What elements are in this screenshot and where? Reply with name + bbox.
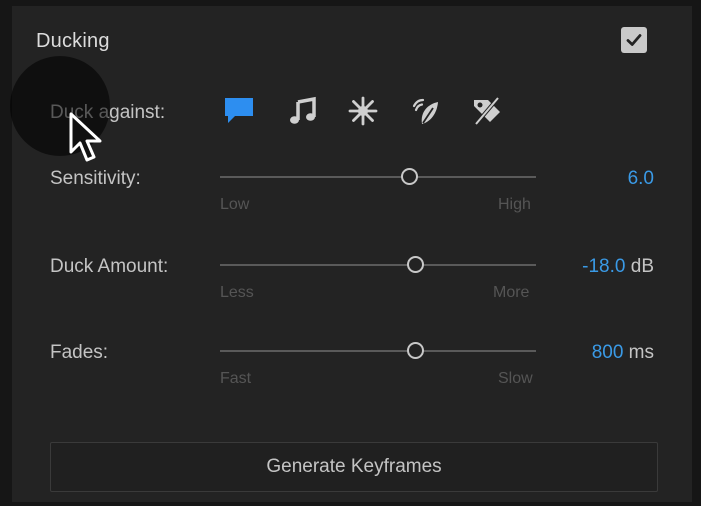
duck-amount-slider-track[interactable] — [220, 256, 536, 273]
fades-min-label: Fast — [220, 370, 252, 387]
music-icon[interactable] — [284, 92, 322, 130]
duck-amount-max-label: More — [493, 284, 530, 301]
fades-max-label: Slow — [498, 370, 533, 387]
sensitivity-slider-track[interactable] — [220, 168, 536, 185]
duck-amount-value[interactable]: -18.0 dB — [582, 256, 654, 278]
ducking-enable-checkbox[interactable] — [621, 27, 647, 53]
sensitivity-label: Sensitivity: — [50, 168, 141, 189]
sensitivity-slider-thumb[interactable] — [400, 168, 418, 185]
sensitivity-min-label: Low — [220, 196, 250, 213]
duck-amount-slider-thumb[interactable] — [406, 256, 424, 273]
ducking-panel: Ducking Duck against: — [12, 6, 692, 502]
duck-amount-min-label: Less — [220, 284, 254, 301]
sensitivity-value-number: 6.0 — [627, 168, 654, 189]
sfx-icon[interactable] — [344, 92, 382, 130]
duck-amount-label: Duck Amount: — [50, 256, 169, 277]
ambience-icon[interactable] — [406, 92, 444, 130]
fades-slider-track[interactable] — [220, 342, 536, 359]
checkmark-icon — [626, 34, 642, 46]
fades-label: Fades: — [50, 342, 109, 363]
sensitivity-value[interactable]: 6.0 — [628, 168, 654, 190]
fades-slider-thumb[interactable] — [406, 342, 424, 359]
fades-value[interactable]: 800 ms — [592, 342, 654, 364]
duck-amount-value-number: -18.0 — [582, 256, 626, 277]
sensitivity-max-label: High — [498, 196, 531, 213]
panel-title: Ducking — [36, 30, 110, 52]
untagged-icon[interactable] — [468, 92, 506, 130]
fades-value-number: 800 — [591, 342, 624, 363]
duck-amount-unit: dB — [630, 256, 654, 277]
mouse-pointer-icon — [69, 112, 102, 162]
generate-keyframes-button[interactable]: Generate Keyframes — [50, 442, 658, 492]
fades-unit: ms — [628, 342, 654, 363]
dialogue-icon[interactable] — [220, 92, 258, 130]
